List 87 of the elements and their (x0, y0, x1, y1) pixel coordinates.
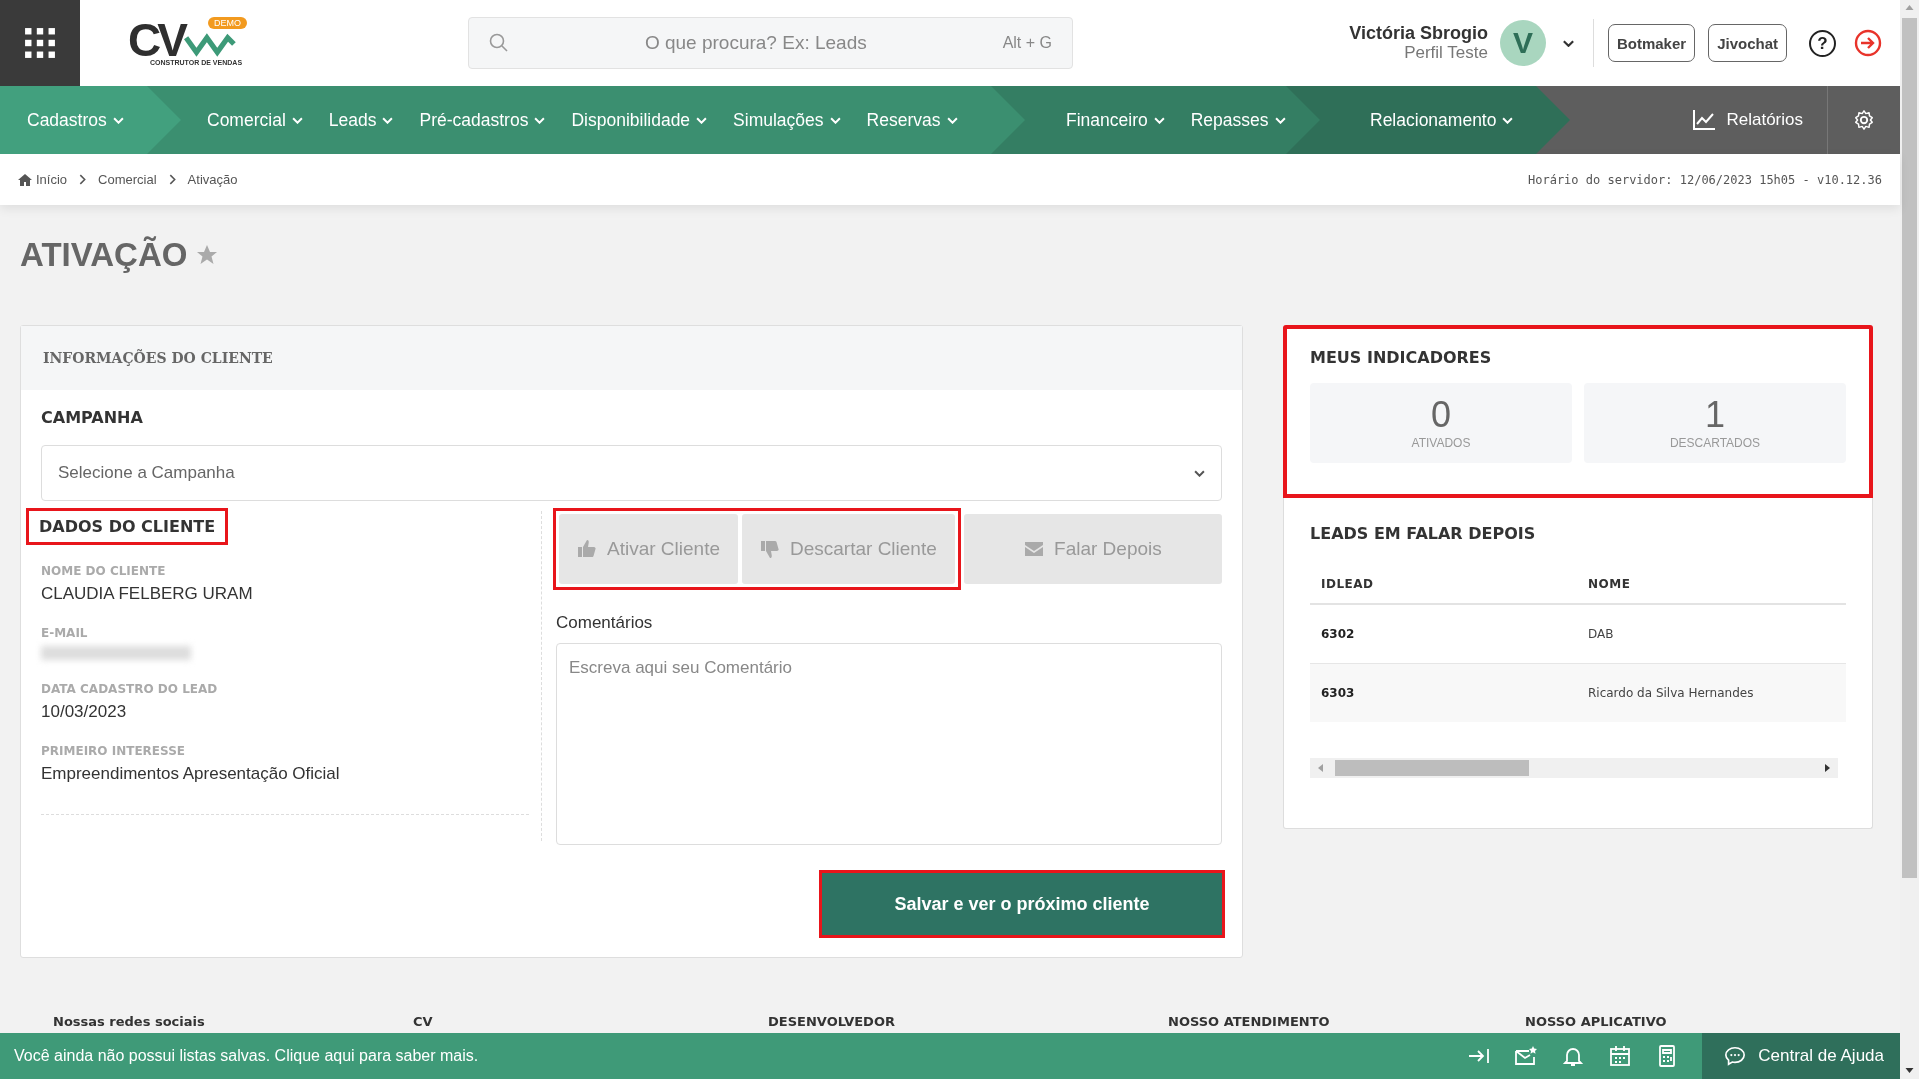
thumbs-down-icon (760, 539, 780, 559)
user-avatar[interactable]: V (1499, 20, 1546, 66)
footer-heading: NOSSO APLICATIVO (1525, 1014, 1668, 1029)
page-title: ATIVAÇÃO (20, 235, 188, 274)
field-label: Comentários (556, 613, 654, 633)
nav-menu-item[interactable]: Relacionamento (1370, 109, 1514, 131)
header-button[interactable]: Jivochat (1708, 24, 1787, 62)
demo-badge: DEMO (208, 17, 247, 29)
chevron-down-icon (696, 116, 708, 124)
chevron-down-icon (291, 116, 303, 124)
campaign-select[interactable]: Selecione a Campanha (41, 445, 1222, 501)
footer-heading: DESENVOLVEDOR (768, 1014, 896, 1029)
column-header: IDLEAD (1310, 577, 1577, 604)
thumbs-up-icon (577, 539, 597, 559)
nav-menu-item[interactable]: Disponibilidade (571, 109, 708, 131)
header-button[interactable]: Botmaker (1607, 24, 1696, 62)
nav-menu-item[interactable]: Cadastros (27, 109, 124, 131)
table-cell: DAB (1577, 604, 1846, 664)
chevron-down-icon (1502, 116, 1514, 124)
field-value: 10/03/2023 (41, 702, 127, 722)
user-profile: Perfil Teste (1403, 43, 1488, 63)
server-time: Horário do servidor: 12/06/2023 15h05 - v10.12.36 (1528, 172, 1882, 187)
field-value: Empreendimentos Apresentação Oficial (41, 764, 340, 784)
table-cell: 6302 (1310, 604, 1577, 664)
home-icon (18, 173, 32, 186)
field-label: E-MAIL (41, 626, 88, 640)
nav-menu-item[interactable]: Pré-cadastros (419, 109, 546, 131)
nav-menu-item[interactable]: Simulações (733, 109, 841, 131)
field-value: CLAUDIA FELBERG URAM (41, 584, 253, 604)
help-center-button[interactable]: Central de Ajuda (1702, 1033, 1900, 1079)
stat-label: ATIVADOS (1411, 436, 1471, 450)
app-grid-button[interactable] (0, 0, 80, 86)
horizontal-scrollbar[interactable] (1310, 758, 1838, 778)
chevron-down-icon (946, 116, 958, 124)
grid-icon (24, 27, 56, 59)
nav-menu-item[interactable]: Repasses (1190, 109, 1286, 131)
table-cell: Ricardo da Silva Hernandes (1577, 663, 1846, 722)
user-name: Victória Sbrogio (1349, 23, 1488, 43)
comment-input[interactable]: Escreva aqui seu Comentário (556, 643, 1222, 845)
section-heading: DADOS DO CLIENTE (29, 511, 226, 542)
search-icon (489, 33, 509, 53)
settings-icon[interactable] (1853, 109, 1875, 131)
breadcrumb-link[interactable]: Comercial (98, 172, 157, 187)
chevron-down-icon (1194, 469, 1205, 477)
save-button[interactable]: Salvar e ver o próximo cliente (822, 873, 1222, 935)
chevron-down-icon (829, 116, 841, 124)
stat-value: 1 (1705, 396, 1725, 434)
chevron-right-icon (79, 174, 87, 185)
breadcrumb-link[interactable]: Início (18, 172, 68, 187)
chevron-down-icon (382, 116, 394, 124)
panel-title: LEADS EM FALAR DEPOIS (1310, 524, 1537, 543)
field-label: CAMPANHA (41, 408, 143, 427)
column-header: NOME (1577, 577, 1846, 604)
nav-menu-item[interactable]: Comercial (207, 109, 303, 131)
footer-heading: Nossas redes sociais (53, 1014, 206, 1029)
chevron-down-icon (1153, 116, 1165, 124)
chevron-down-icon (112, 116, 124, 124)
field-label: PRIMEIRO INTERESSE (41, 744, 185, 758)
nav-menu-item[interactable]: Financeiro (1066, 109, 1165, 131)
search-field[interactable]: O que procura? Ex: Leads Alt + G (468, 17, 1073, 69)
nav-menu-item[interactable]: Leads (328, 109, 394, 131)
chat-icon (1724, 1045, 1747, 1067)
chevron-right-icon (168, 174, 176, 185)
shortcut-hint: Alt + G (1002, 34, 1052, 52)
mail-star-icon[interactable] (1514, 1044, 1539, 1068)
field-label: DATA CADASTRO DO LEAD (41, 682, 218, 696)
line-chart-icon (1692, 109, 1717, 131)
chevron-down-icon (1274, 116, 1286, 124)
logout-icon[interactable] (1854, 29, 1882, 57)
footer-heading: CV (413, 1014, 434, 1029)
stat-value: 0 (1431, 396, 1451, 434)
chevron-down-icon[interactable] (1561, 39, 1575, 47)
footer-heading: NOSSO ATENDIMENTO (1168, 1014, 1331, 1029)
stat-label: DESCARTADOS (1669, 436, 1761, 450)
envelope-icon (1024, 539, 1045, 559)
help-icon[interactable]: ? (1809, 29, 1836, 57)
panel-title: MEUS INDICADORES (1310, 348, 1493, 367)
logo-wave-icon (183, 31, 236, 57)
nav-menu-item[interactable]: Reservas (866, 109, 958, 131)
breadcrumb-link[interactable]: Ativação (187, 172, 238, 187)
calendar-icon[interactable] (1608, 1044, 1633, 1068)
reports-link[interactable]: Relatórios (1658, 86, 1803, 154)
chevron-down-icon (534, 116, 546, 124)
info-message[interactable]: Você ainda não possui listas salvas. Clique aqui para saber mais. (14, 1047, 1468, 1065)
field-label: NOME DO CLIENTE (41, 564, 166, 578)
card-header: INFORMAÇÕES DO CLIENTE (21, 326, 1242, 390)
table-cell: 6303 (1310, 663, 1577, 722)
